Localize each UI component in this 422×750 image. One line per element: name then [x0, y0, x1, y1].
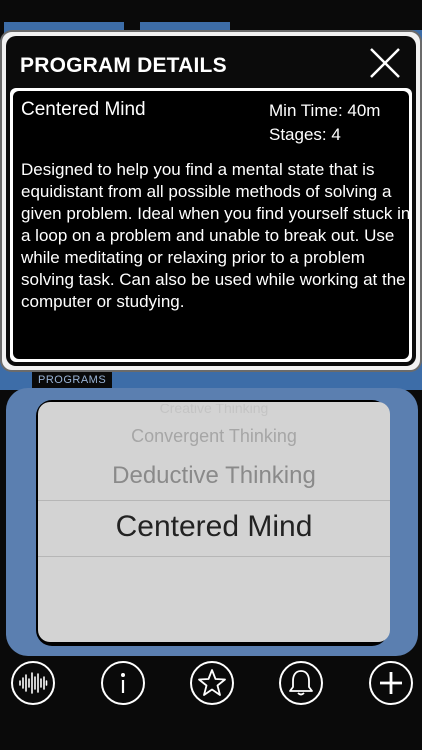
- picker-item[interactable]: Convergent Thinking: [38, 426, 390, 447]
- min-time: Min Time: 40m: [269, 101, 381, 120]
- program-details-modal: PROGRAM DETAILS Centered Mind Min Time: …: [0, 30, 422, 372]
- stages-count: Stages: 4: [269, 125, 341, 144]
- picker-item-selected[interactable]: Centered Mind: [38, 510, 390, 544]
- details-content: Centered Mind Min Time: 40m Stages: 4 De…: [13, 91, 410, 359]
- details-panel: Centered Mind Min Time: 40m Stages: 4 De…: [10, 88, 412, 362]
- star-icon: [198, 669, 226, 696]
- add-button[interactable]: [369, 661, 413, 705]
- selection-line-top: [38, 500, 390, 501]
- plus-icon: [380, 672, 402, 694]
- info-icon: [121, 673, 125, 693]
- program-name: Centered Mind: [21, 99, 146, 120]
- info-button[interactable]: [101, 661, 145, 705]
- close-icon: [370, 48, 400, 78]
- alarm-button[interactable]: [279, 661, 323, 705]
- picker-item[interactable]: Creative Thinking: [38, 404, 390, 416]
- waveform-icon: [19, 672, 48, 694]
- picker-item[interactable]: Deductive Thinking: [38, 462, 390, 490]
- program-picker[interactable]: Creative Thinking Convergent Thinking De…: [38, 402, 390, 642]
- selection-line-bottom: [38, 556, 390, 557]
- close-button[interactable]: [366, 44, 404, 82]
- modal-title: PROGRAM DETAILS: [20, 54, 227, 77]
- bell-icon: [289, 670, 313, 696]
- favorite-button[interactable]: [190, 661, 234, 705]
- programs-label: PROGRAMS: [32, 372, 113, 388]
- program-meta: Min Time: 40m Stages: 4: [269, 99, 380, 147]
- modal-body: PROGRAM DETAILS Centered Mind Min Time: …: [6, 36, 416, 366]
- program-description: Designed to help you find a mental state…: [21, 160, 411, 311]
- waveform-button[interactable]: [11, 661, 55, 705]
